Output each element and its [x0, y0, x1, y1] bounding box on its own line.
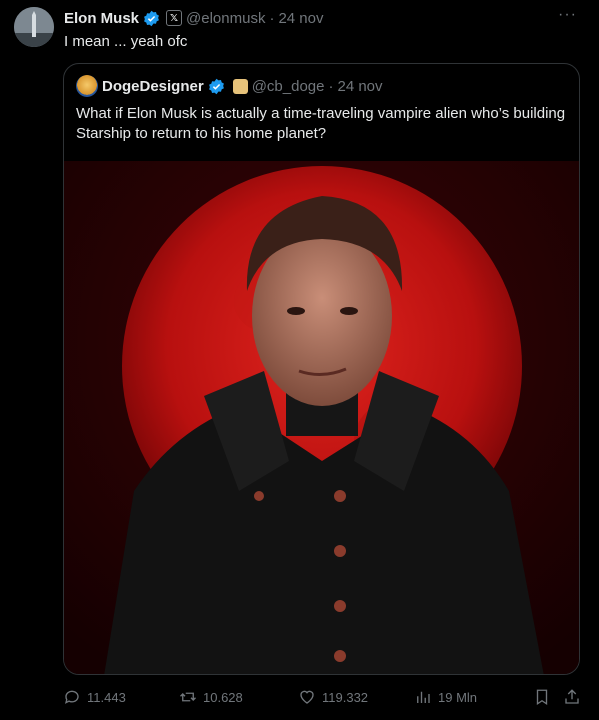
like-count: 119.332 [322, 689, 369, 705]
quote-author-handle: @cb_doge [251, 77, 325, 95]
views-button[interactable]: 19 Mln [414, 688, 477, 706]
post-header: Elon Musk 𝕏 @elonmusk · 24 nov [64, 8, 324, 28]
share-icon [565, 689, 579, 704]
quote-image[interactable] [64, 161, 579, 674]
rocket-photo-icon [14, 7, 54, 47]
coat-button [334, 545, 346, 557]
quote-author-name[interactable]: DogeDesigner [102, 78, 204, 95]
repost-button[interactable]: 10.628 [179, 688, 243, 706]
date-separator: · [269, 9, 275, 27]
repost-count: 10.628 [203, 689, 243, 705]
reply-count: 11.443 [87, 689, 126, 705]
bookmark-icon [536, 689, 548, 706]
heart-icon [300, 690, 314, 704]
date-separator: · [328, 77, 334, 95]
doge-emoji-icon [232, 78, 248, 94]
share-button[interactable] [563, 688, 581, 706]
reply-icon [64, 690, 79, 704]
vampire-portrait-image [64, 161, 579, 674]
repost-icon [180, 692, 196, 702]
bookmark-button[interactable] [533, 688, 551, 706]
x-affiliation-icon[interactable]: 𝕏 [166, 10, 183, 26]
coat-button [334, 600, 346, 612]
post-date[interactable]: 24 nov [278, 10, 323, 27]
quote-text: What if Elon Musk is actually a time-tra… [76, 105, 566, 142]
views-chart-icon [417, 691, 430, 703]
quoted-post[interactable]: DogeDesigner @cb_doge · 24 nov What if E… [63, 63, 580, 675]
author-name[interactable]: Elon Musk [64, 10, 139, 27]
author-avatar[interactable] [14, 7, 54, 47]
reply-button[interactable]: 11.443 [63, 688, 126, 706]
post-text: I mean ... yeah ofc [64, 33, 188, 50]
more-options-button[interactable]: ··· [558, 6, 577, 24]
action-bar: 11.443 10.628 119.332 19 Mln [63, 688, 583, 712]
quote-date: 24 nov [337, 77, 383, 95]
like-button[interactable]: 119.332 [298, 688, 368, 706]
verified-badge-icon [144, 10, 159, 26]
views-count: 19 Mln [438, 689, 478, 705]
quote-header: DogeDesigner @cb_doge · 24 nov [76, 75, 383, 97]
author-handle[interactable]: @elonmusk [186, 10, 265, 27]
quote-author-avatar[interactable] [76, 75, 98, 97]
coat-button [334, 650, 346, 662]
verified-badge-icon [208, 78, 224, 94]
coat-button [334, 490, 346, 502]
